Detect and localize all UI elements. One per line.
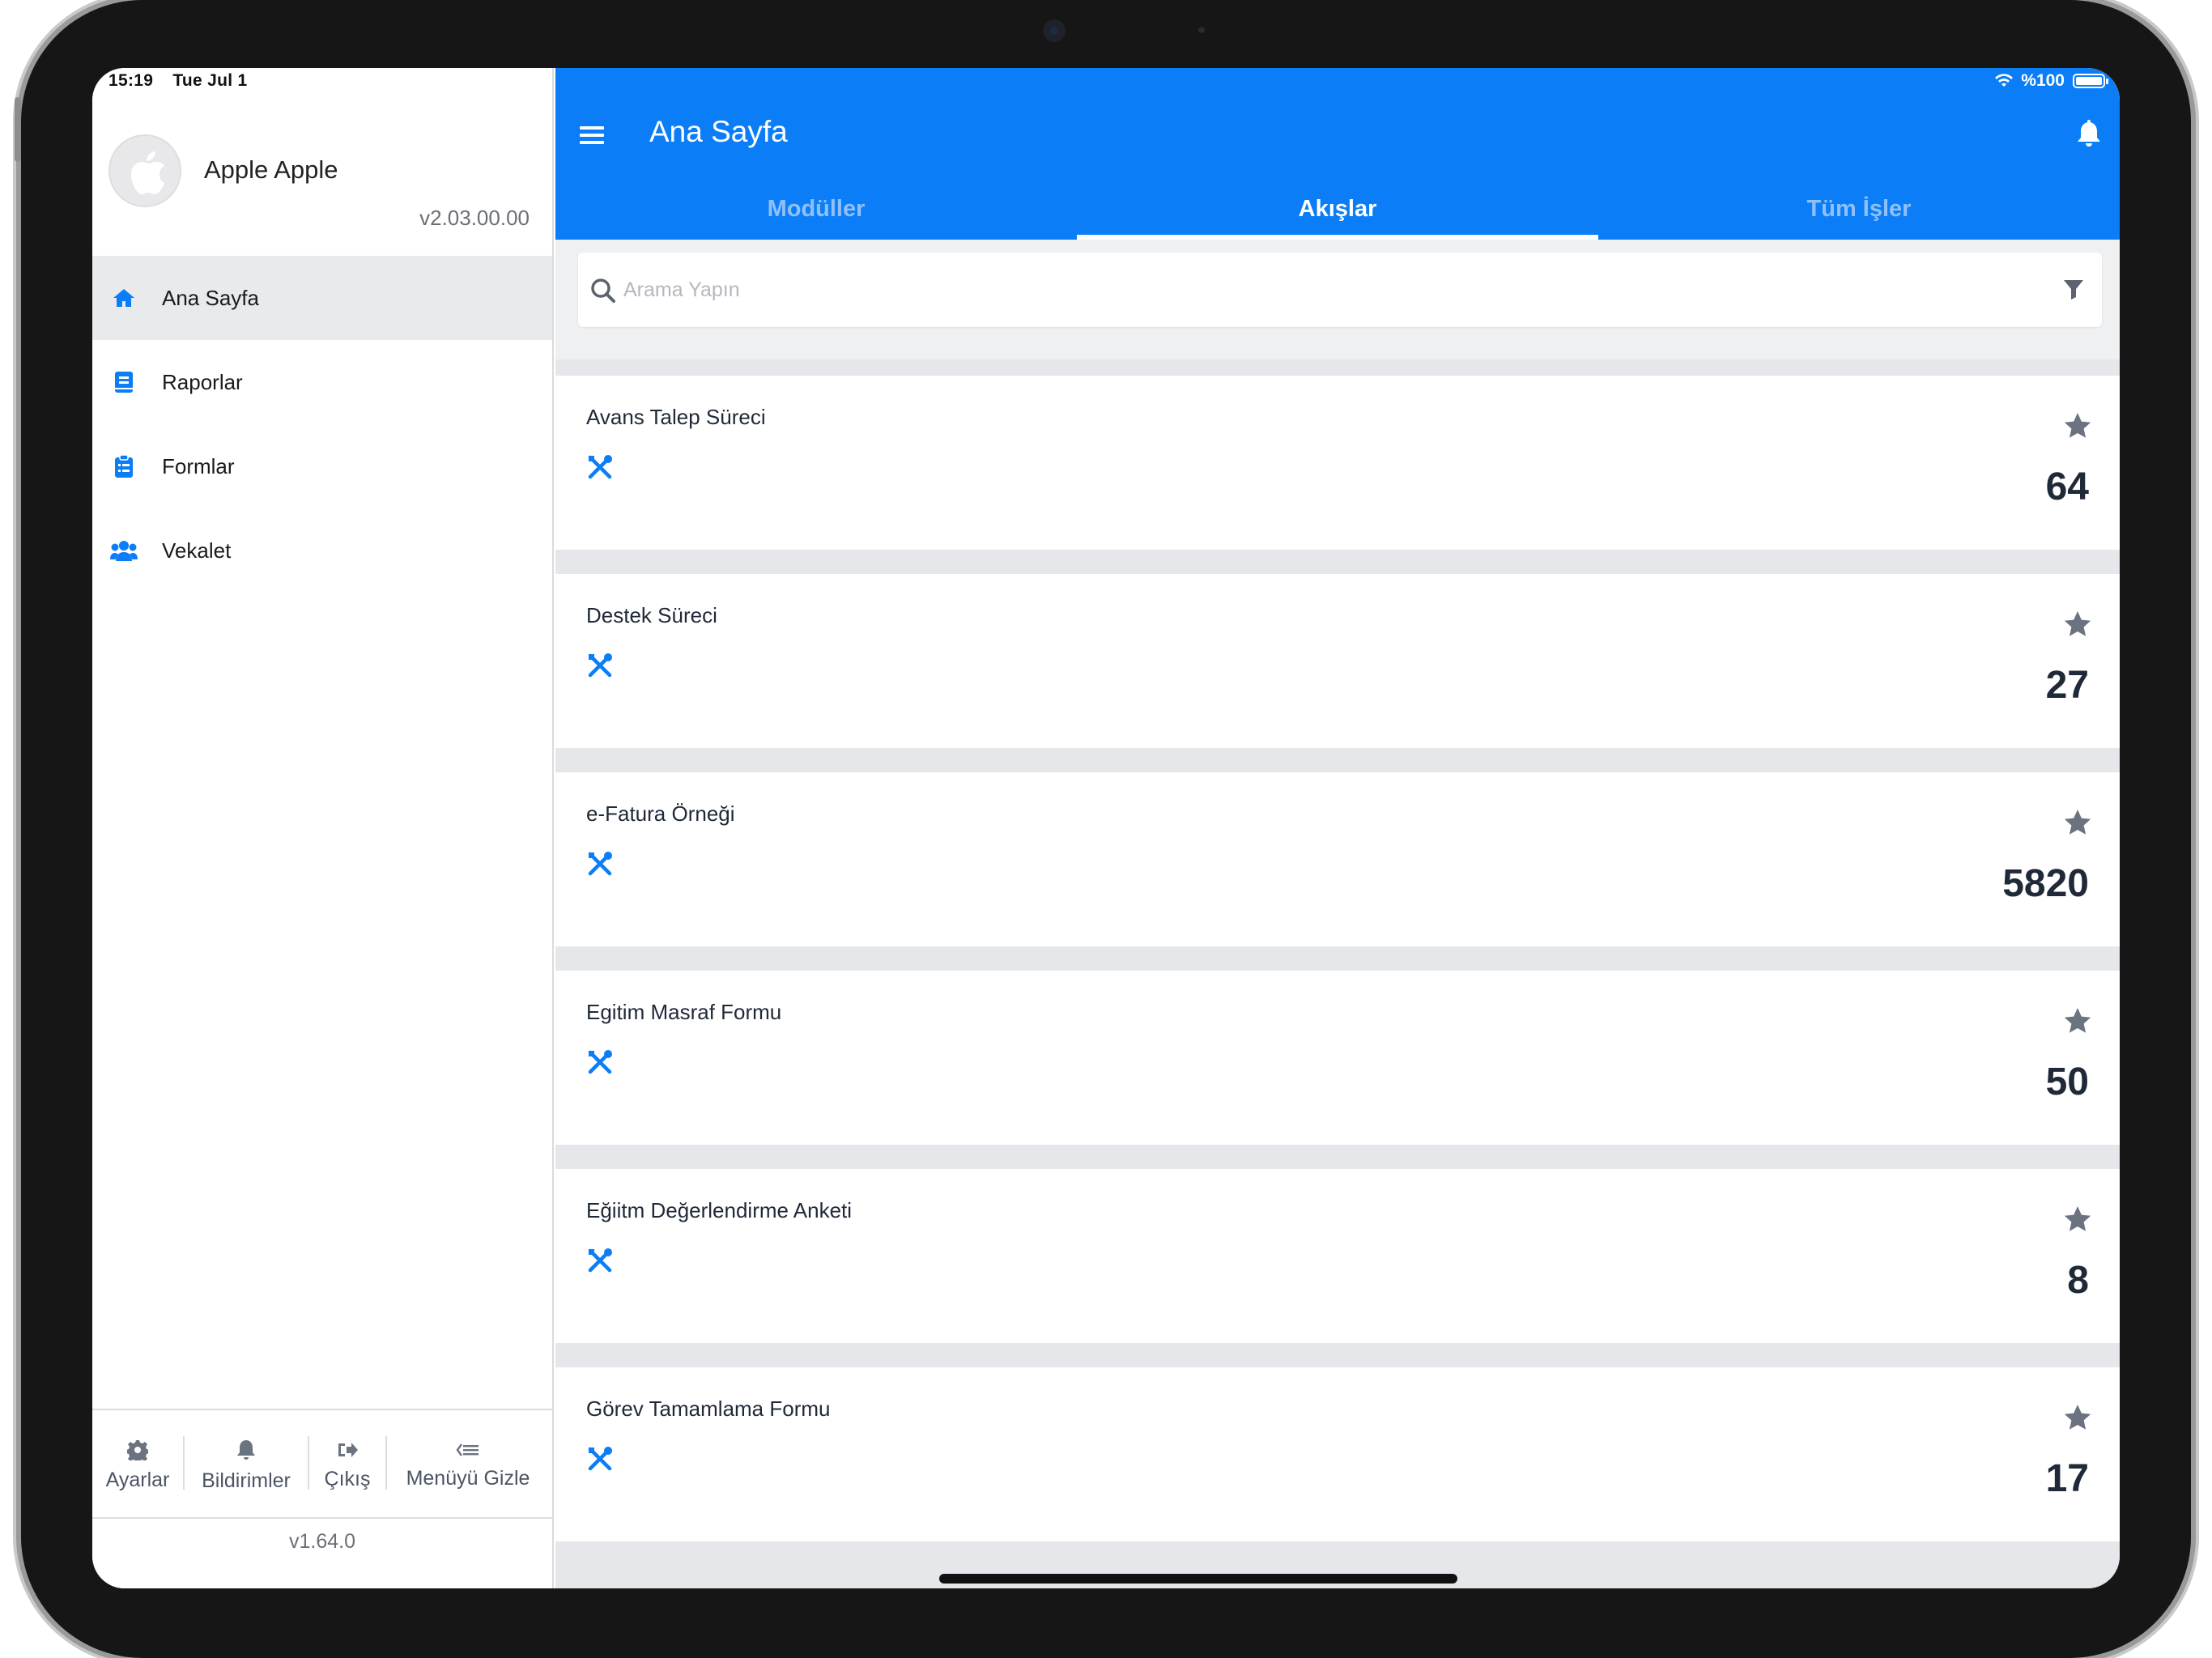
- star-icon[interactable]: [2063, 808, 2092, 837]
- flow-count: 64: [2045, 466, 2089, 508]
- notifications-bell-button[interactable]: [2073, 118, 2105, 151]
- list-item[interactable]: Avans Talep Süreci 64: [555, 376, 2120, 550]
- report-icon: [110, 368, 138, 396]
- users-icon: [110, 537, 138, 564]
- app-version: v2.03.00.00: [419, 206, 530, 230]
- status-bar-left: 15:19 Tue Jul 1: [108, 71, 262, 91]
- tab-akislar[interactable]: Akışlar: [1077, 178, 1598, 240]
- apple-logo-icon: [131, 151, 164, 194]
- status-time: 15:19: [108, 71, 154, 90]
- flow-count: 27: [2045, 664, 2089, 707]
- bell-icon: [2078, 120, 2100, 147]
- build-version: v1.64.0: [288, 1530, 355, 1553]
- status-date: Tue Jul 1: [172, 71, 248, 90]
- search-area: [555, 240, 2120, 359]
- sidebar-item-raporlar[interactable]: Raporlar: [92, 340, 552, 424]
- front-camera: [1043, 19, 1066, 42]
- sidebar-item-label: Formlar: [162, 453, 235, 478]
- settings-button[interactable]: Ayarlar: [92, 1410, 183, 1517]
- sidebar-item-formlar[interactable]: Formlar: [92, 424, 552, 508]
- flow-title: e-Fatura Örneği: [586, 801, 735, 826]
- settings-label: Ayarlar: [105, 1468, 170, 1491]
- flow-title: Avans Talep Süreci: [586, 405, 766, 429]
- list-item[interactable]: Görev Tamamlama Formu 17: [555, 1367, 2120, 1541]
- sidebar-footer: Ayarlar Bildirimler Çıkış Menüyü Gizle: [92, 1409, 552, 1519]
- tools-icon: [588, 1050, 612, 1074]
- hide-menu-label: Menüyü Gizle: [406, 1466, 530, 1490]
- avatar[interactable]: [108, 134, 181, 207]
- logout-icon: [338, 1442, 358, 1457]
- gear-icon: [127, 1439, 148, 1460]
- sidebar: 15:19 Tue Jul 1 Apple Apple v2.03.00.00 …: [92, 68, 554, 1588]
- flow-count: 50: [2045, 1061, 2089, 1103]
- tools-icon: [588, 1447, 612, 1471]
- logout-label: Çıkış: [324, 1467, 371, 1490]
- sidebar-menu: Ana Sayfa Raporlar Formlar Vekalet: [92, 256, 552, 593]
- tools-icon: [588, 852, 612, 876]
- search-box: [578, 253, 2102, 327]
- hamburger-icon: [580, 126, 604, 144]
- home-icon: [110, 284, 138, 312]
- flow-title: Eğiitm Değerlendirme Anketi: [586, 1198, 853, 1222]
- tools-icon: [588, 653, 612, 678]
- star-icon[interactable]: [2063, 610, 2092, 639]
- home-indicator[interactable]: [939, 1574, 1457, 1584]
- screen: 15:19 Tue Jul 1 Apple Apple v2.03.00.00 …: [92, 68, 2120, 1588]
- list-item[interactable]: Destek Süreci 27: [555, 574, 2120, 748]
- sidebar-item-label: Ana Sayfa: [162, 285, 259, 310]
- list-item[interactable]: e-Fatura Örneği 5820: [555, 772, 2120, 946]
- star-icon[interactable]: [2063, 1403, 2092, 1432]
- bell-icon: [237, 1439, 255, 1460]
- collapse-menu-icon: [456, 1443, 479, 1456]
- star-icon[interactable]: [2063, 411, 2092, 440]
- top-bar: %100 Ana Sayfa Modüller Akışlar Tüm İşle…: [555, 68, 2120, 240]
- tab-tum-isler[interactable]: Tüm İşler: [1598, 178, 2120, 240]
- logout-button[interactable]: Çıkış: [309, 1410, 385, 1517]
- flow-title: Egitim Masraf Formu: [586, 1000, 782, 1024]
- flow-list: Avans Talep Süreci 64 Destek Süreci 27 e…: [555, 376, 2120, 1566]
- flow-count: 17: [2045, 1457, 2089, 1500]
- flow-count: 8: [2067, 1259, 2089, 1302]
- tab-bar: Modüller Akışlar Tüm İşler: [555, 178, 2120, 240]
- flow-title: Destek Süreci: [586, 603, 717, 627]
- tools-icon: [588, 1248, 612, 1273]
- search-icon: [591, 278, 615, 303]
- sidebar-item-ana-sayfa[interactable]: Ana Sayfa: [92, 256, 552, 340]
- flow-count: 5820: [2002, 862, 2089, 905]
- notifications-label: Bildirimler: [202, 1469, 291, 1492]
- search-input[interactable]: [623, 270, 2000, 309]
- sidebar-item-label: Raporlar: [162, 369, 243, 394]
- star-icon[interactable]: [2063, 1205, 2092, 1234]
- main-content: %100 Ana Sayfa Modüller Akışlar Tüm İşle…: [555, 68, 2120, 1588]
- battery-icon: [2073, 74, 2108, 88]
- battery-percent: %100: [2021, 71, 2065, 90]
- side-button: [15, 97, 21, 162]
- hide-menu-button[interactable]: Menüyü Gizle: [387, 1410, 549, 1517]
- tools-icon: [588, 455, 612, 479]
- flow-title: Görev Tamamlama Formu: [586, 1397, 831, 1421]
- sidebar-item-label: Vekalet: [162, 538, 232, 563]
- status-bar-right: %100: [1993, 71, 2108, 91]
- page-title: Ana Sayfa: [649, 115, 788, 148]
- filter-icon[interactable]: [2061, 277, 2086, 301]
- wifi-icon: [1995, 74, 2014, 87]
- star-icon[interactable]: [2063, 1006, 2092, 1035]
- list-item[interactable]: Eğiitm Değerlendirme Anketi 8: [555, 1169, 2120, 1343]
- user-name: Apple Apple: [204, 155, 338, 184]
- tab-moduller[interactable]: Modüller: [555, 178, 1077, 240]
- sidebar-item-vekalet[interactable]: Vekalet: [92, 508, 552, 593]
- form-icon: [110, 453, 138, 480]
- hamburger-menu-button[interactable]: [578, 123, 606, 147]
- sensor-dot: [1198, 27, 1205, 33]
- list-item[interactable]: Egitim Masraf Formu 50: [555, 971, 2120, 1145]
- notifications-button[interactable]: Bildirimler: [185, 1410, 308, 1517]
